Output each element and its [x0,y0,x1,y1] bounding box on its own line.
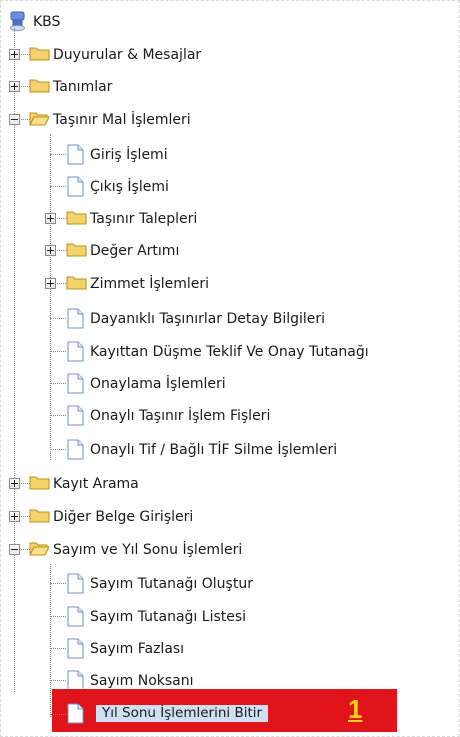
tree-connector [50,648,66,649]
tree-connector [50,318,66,319]
tree-item-label: Sayım Tutanağı Listesi [90,609,247,625]
tree-item-label: Onaylı Tif / Bağlı TİF Silme İşlemleri [90,442,338,458]
tree-item-label: Duyurular & Mesajlar [53,47,202,63]
tree-item-zimmet-islemleri[interactable]: Zimmet İşlemleri [0,268,460,300]
page-icon [67,670,84,691]
expand-toggle[interactable] [45,245,56,256]
tree-item-sayim-tutanagi-listesi[interactable]: Sayım Tutanağı Listesi [0,601,460,633]
tree-item-label: Sayım Tutanağı Oluştur [90,576,253,592]
tree-item-label: Taşınır Mal İşlemleri [53,112,191,128]
tree-item-kayit-arama[interactable]: Kayıt Arama [0,468,460,500]
tree-item-label: Sayım Noksanı [90,673,194,689]
page-icon [67,373,84,394]
expand-toggle[interactable] [9,49,20,60]
page-icon [67,308,84,329]
folder-open-icon [29,112,50,126]
folder-closed-icon [29,476,50,490]
tree-item-label: Tanımlar [53,79,113,95]
tree-item-label: Sayım Fazlası [90,641,185,657]
tree-item-label: Taşınır Talepleri [90,211,198,227]
page-icon [67,573,84,594]
tree-connector [50,714,66,715]
tree-item-label: Dayanıklı Taşınırlar Detay Bilgileri [90,311,326,327]
tree-connector [50,583,66,584]
tree-item-tanimlar[interactable]: Tanımlar [0,71,460,103]
folder-closed-icon [29,79,50,93]
page-icon [67,176,84,197]
tree-item-kayittan-dusme[interactable]: Kayıttan Düşme Teklif Ve Onay Tutanağı [0,336,460,368]
tree-connector [50,351,66,352]
page-icon [67,341,84,362]
tree-connector [50,383,66,384]
tree-item-label: Çıkış İşlemi [90,179,169,195]
tree-connector [50,415,66,416]
page-icon [67,439,84,460]
tree-root-label: KBS [33,14,61,30]
expand-toggle[interactable] [9,478,20,489]
tree-item-onayli-tif-silme[interactable]: Onaylı Tif / Bağlı TİF Silme İşlemleri [0,434,460,466]
tree-item-deger-artimi[interactable]: Değer Artımı [0,235,460,267]
tree-item-cikis-islemi[interactable]: Çıkış İşlemi [0,171,460,203]
page-icon [67,405,84,426]
tree-item-duyurular-mesajlar[interactable]: Duyurular & Mesajlar [0,39,460,71]
tree-item-label: Giriş İşlemi [90,147,168,163]
page-icon [67,638,84,659]
expand-toggle[interactable] [45,278,56,289]
expand-toggle[interactable] [9,81,20,92]
tree-item-sayim-ve-yil-sonu[interactable]: Sayım ve Yıl Sonu İşlemleri [0,534,460,566]
page-icon [67,606,84,627]
tree-item-label: Kayıttan Düşme Teklif Ve Onay Tutanağı [90,344,369,360]
tree-item-onayli-tasinir-islem-fisleri[interactable]: Onaylı Taşınır İşlem Fişleri [0,400,460,432]
expand-toggle[interactable] [45,213,56,224]
kbs-root-icon [10,11,25,31]
tree-item-dayanikli-tasinirlar[interactable]: Dayanıklı Taşınırlar Detay Bilgileri [0,303,460,335]
tree-item-label: Onaylama İşlemleri [90,376,226,392]
tree-item-label-selected: Yıl Sonu İşlemlerini Bitir [96,705,269,722]
tree-item-label: Onaylı Taşınır İşlem Fişleri [90,408,271,424]
tree-connector [50,154,66,155]
tree-root[interactable]: KBS [0,6,460,38]
tree-item-label: Sayım ve Yıl Sonu İşlemleri [53,542,243,558]
tree-item-label: Değer Artımı [90,243,180,259]
folder-closed-icon [66,243,87,257]
tree-item-sayim-fazlasi[interactable]: Sayım Fazlası [0,633,460,665]
expand-toggle[interactable] [9,511,20,522]
tree-item-onaylama-islemleri[interactable]: Onaylama İşlemleri [0,368,460,400]
page-icon [67,703,84,724]
tree-connector [50,449,66,450]
tree-item-tasinir-talepleri[interactable]: Taşınır Talepleri [0,203,460,235]
folder-closed-icon [29,47,50,61]
step-number-badge: 1 [348,694,363,724]
tree-item-label: Zimmet İşlemleri [90,276,210,292]
collapse-toggle[interactable] [9,114,20,125]
tree-item-giris-islemi[interactable]: Giriş İşlemi [0,139,460,171]
page-icon [67,144,84,165]
tree-item-label: Kayıt Arama [53,476,139,492]
folder-closed-icon [66,276,87,290]
tree-connector [50,616,66,617]
tree-connector [50,680,66,681]
collapse-toggle[interactable] [9,544,20,555]
tree-item-tasinir-mal-islemleri[interactable]: Taşınır Mal İşlemleri [0,104,460,136]
tree-item-diger-belge-girisleri[interactable]: Diğer Belge Girişleri [0,501,460,533]
tree-connector [50,186,66,187]
tree-item-sayim-tutanagi-olustur[interactable]: Sayım Tutanağı Oluştur [0,568,460,600]
tree-item-label: Diğer Belge Girişleri [53,509,194,525]
folder-open-icon [29,542,50,556]
folder-closed-icon [66,211,87,225]
folder-closed-icon [29,509,50,523]
